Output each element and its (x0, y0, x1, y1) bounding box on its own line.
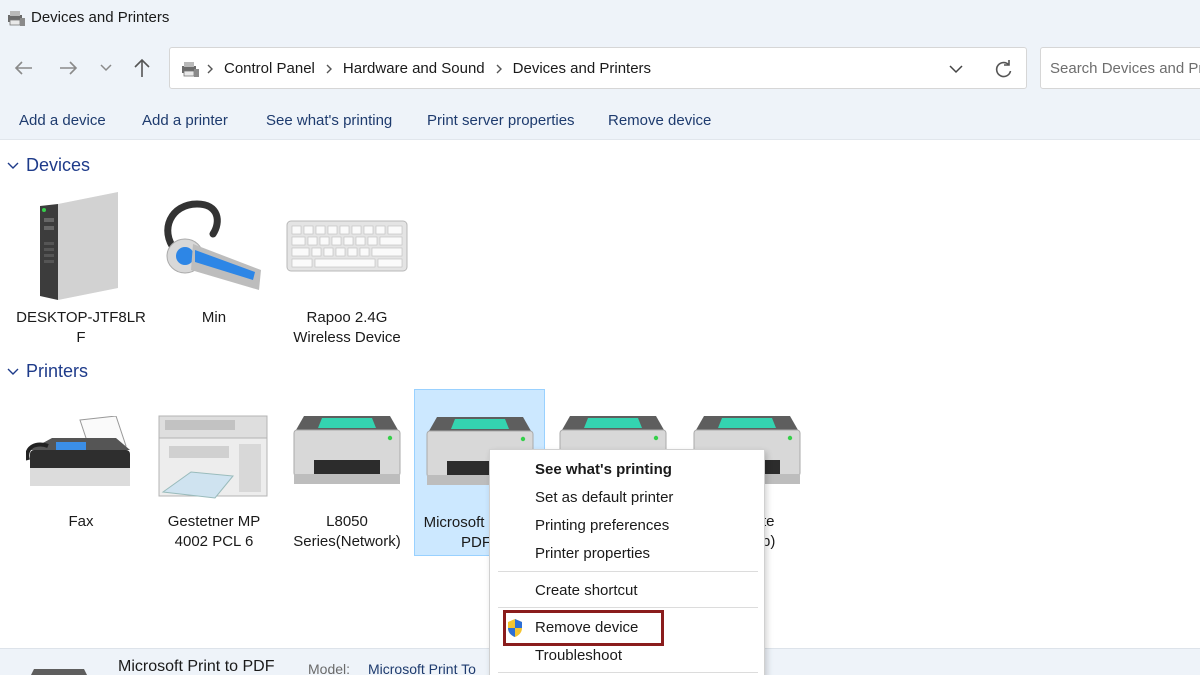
chevron-right-icon (325, 63, 333, 75)
navigation-bar: Control Panel Hardware and Sound Devices… (0, 36, 1200, 100)
command-bar: Add a device Add a printer See what's pr… (0, 100, 1200, 140)
group-header-printers[interactable]: Printers (6, 361, 88, 382)
printer-tile-fax[interactable]: Fax (16, 392, 146, 552)
refresh-icon[interactable] (992, 59, 1014, 79)
computer-tower-icon (40, 192, 118, 300)
device-label: F (76, 329, 86, 346)
arrow-up-icon (134, 58, 150, 77)
menu-item-printer-properties[interactable]: Printer properties (535, 545, 650, 562)
title-bar: Devices and Printers (0, 0, 1200, 36)
device-label: Rapoo 2.4G (306, 309, 388, 326)
forward-button[interactable] (54, 56, 82, 80)
printer-thumbnail-icon (31, 669, 87, 675)
chevron-right-icon (206, 63, 214, 75)
device-label: Wireless Device (293, 329, 401, 346)
chevron-down-icon (7, 368, 19, 375)
devices-printers-icon (182, 62, 199, 77)
device-label: DESKTOP-JTF8LR (16, 309, 146, 326)
menu-item-create-shortcut[interactable]: Create shortcut (535, 582, 638, 599)
add-device-button[interactable]: Add a device (19, 112, 106, 129)
printer-label: te (762, 513, 775, 530)
menu-item-set-default[interactable]: Set as default printer (535, 489, 673, 506)
menu-item-troubleshoot[interactable]: Troubleshoot (535, 647, 622, 664)
menu-divider (498, 571, 758, 572)
device-tile-headset[interactable]: Min (149, 188, 279, 348)
search-input[interactable]: Search Devices and Printers (1040, 47, 1200, 89)
device-tile-keyboard[interactable]: Rapoo 2.4G Wireless Device (282, 188, 412, 348)
print-server-properties-button[interactable]: Print server properties (427, 112, 575, 129)
menu-item-remove-device[interactable]: Remove device (535, 619, 638, 636)
printer-label: Microsoft (423, 514, 485, 531)
breadcrumb-devices-printers[interactable]: Devices and Printers (513, 60, 651, 77)
address-dropdown-icon[interactable] (946, 61, 966, 77)
uac-shield-icon (508, 619, 522, 637)
back-button[interactable] (10, 56, 38, 80)
context-menu: See what's printing Set as default print… (489, 449, 765, 675)
printer-label: p) (762, 533, 776, 550)
window-title: Devices and Printers (31, 9, 170, 26)
address-bar[interactable]: Control Panel Hardware and Sound Devices… (169, 47, 1027, 89)
up-button[interactable] (128, 56, 156, 80)
selected-device-name: Microsoft Print to PDF (118, 658, 275, 675)
device-tile-desktop[interactable]: DESKTOP-JTF8LR F (16, 188, 146, 348)
breadcrumb: Control Panel Hardware and Sound Devices… (206, 60, 651, 77)
fax-machine-icon (26, 416, 130, 486)
menu-item-printing-preferences[interactable]: Printing preferences (535, 517, 669, 534)
recent-locations-button[interactable] (92, 56, 120, 80)
group-title-devices: Devices (26, 155, 91, 175)
breadcrumb-hardware-sound[interactable]: Hardware and Sound (343, 60, 485, 77)
printer-tile-l8050[interactable]: L8050 Series(Network) (282, 392, 412, 552)
group-title-printers: Printers (26, 361, 89, 381)
printer-label: 4002 PCL 6 (174, 533, 254, 550)
chevron-down-icon (100, 64, 112, 72)
printer-label: L8050 (326, 513, 368, 530)
arrow-left-icon (14, 61, 32, 75)
menu-divider (498, 672, 758, 673)
chevron-right-icon (495, 63, 503, 75)
search-placeholder: Search Devices and Printers (1050, 60, 1200, 77)
breadcrumb-control-panel[interactable]: Control Panel (224, 60, 315, 77)
menu-divider (498, 607, 758, 608)
see-printing-button[interactable]: See what's printing (266, 112, 392, 129)
multifunction-printer-icon (158, 415, 268, 499)
remove-device-button[interactable]: Remove device (608, 112, 711, 129)
bluetooth-headset-icon (164, 200, 261, 290)
devices-printers-icon (8, 11, 25, 26)
printer-label: Fax (68, 513, 94, 530)
chevron-down-icon (7, 162, 19, 169)
printer-label: Series(Network) (293, 533, 401, 550)
model-value: Microsoft Print To (368, 661, 476, 675)
arrow-right-icon (60, 61, 78, 75)
keyboard-icon (286, 220, 408, 272)
add-printer-button[interactable]: Add a printer (142, 112, 228, 129)
printer-label: Gestetner MP (167, 513, 261, 530)
printer-icon (293, 416, 401, 484)
printer-tile-gestetner[interactable]: Gestetner MP 4002 PCL 6 (149, 392, 279, 552)
model-label: Model: (308, 661, 351, 675)
device-label: Min (201, 309, 227, 326)
group-header-devices[interactable]: Devices (6, 155, 90, 176)
menu-item-see-printing[interactable]: See what's printing (535, 461, 672, 478)
